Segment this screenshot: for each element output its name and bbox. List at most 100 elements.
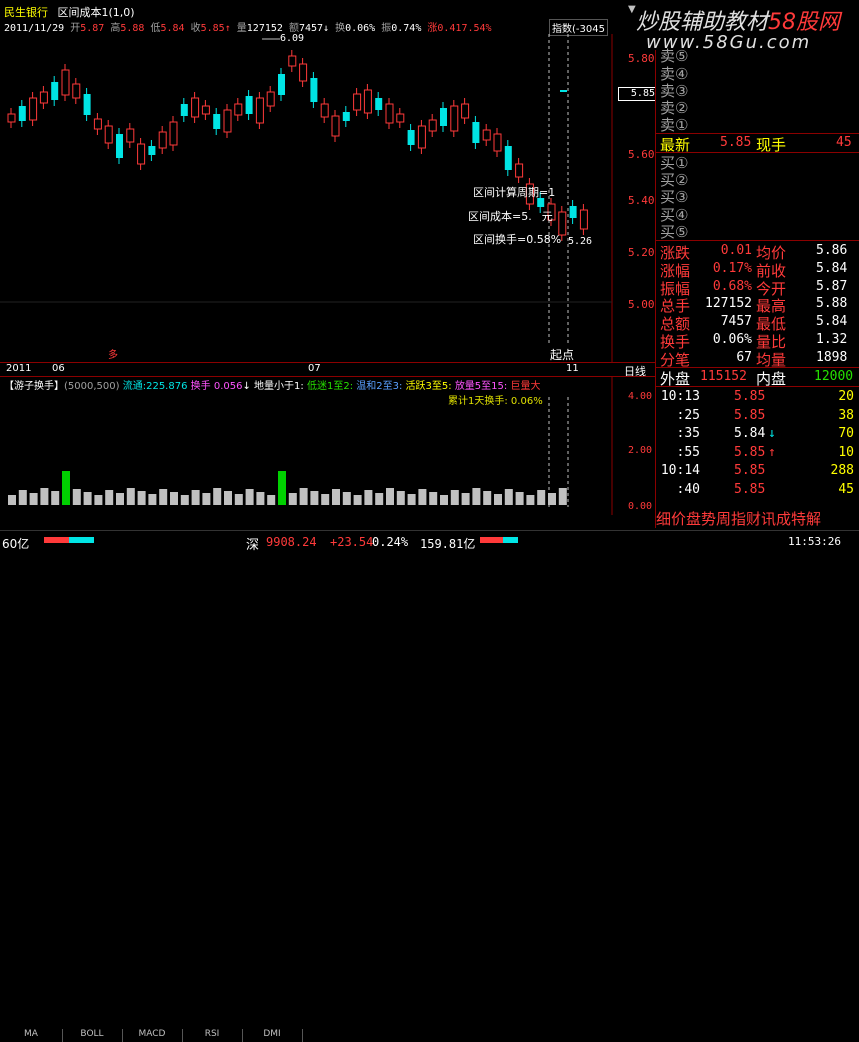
- candle-body: [191, 97, 200, 118]
- tick-row: 10:14 5.85 288: [656, 463, 859, 480]
- turnover-bar: [148, 494, 157, 505]
- ohlc-line: 2011/11/29 开5.87 高5.88 低5.84 收5.85↑ 量127…: [4, 23, 492, 34]
- stat-value: 5.87: [816, 278, 848, 294]
- tab-ma[interactable]: MA: [0, 1029, 63, 1042]
- tick-price: 5.85: [734, 407, 766, 423]
- low-price-mark: 5.26: [568, 236, 593, 247]
- buy-2: 买②: [660, 171, 689, 189]
- stat-value: 67: [736, 349, 752, 365]
- turnover-bar: [170, 492, 178, 505]
- candle-body: [169, 121, 178, 146]
- header-bar: 民生银行 区间成本1(1,0) 2011/11/29 开5.87 高5.88 低…: [0, 0, 655, 36]
- candle-body: [51, 82, 59, 100]
- tick-price: 5.85: [734, 482, 766, 497]
- turnover-bar: [105, 490, 114, 505]
- annotation-turnover: 区间换手=0.58%: [473, 233, 562, 246]
- turnover-bar: [342, 492, 351, 505]
- stat-value: 1.32: [816, 332, 848, 347]
- footer-left-amount: 60亿: [2, 537, 30, 551]
- turnover-bar: [299, 488, 308, 505]
- candle-body: [320, 103, 329, 118]
- buy-5: 买⑤: [660, 223, 689, 241]
- tick-row: :40 5.85 45: [656, 482, 859, 499]
- candle-body: [579, 209, 588, 230]
- tick-price: 5.85: [734, 389, 766, 404]
- candle-body: [278, 74, 285, 95]
- candle-body: [353, 93, 362, 111]
- turnover-bar: [278, 471, 286, 505]
- quote-panel-tabs[interactable]: 细价盘势周指财讯成特解: [656, 508, 859, 528]
- turnover-bar: [558, 488, 567, 505]
- kline-chart[interactable]: 5.80 5.60 5.40 5.20 5.00 5.85 6.09 区间计算周…: [0, 33, 656, 362]
- tick-time: 10:14: [660, 463, 700, 479]
- tab-rsi[interactable]: RSI: [182, 1029, 243, 1042]
- tab-macd[interactable]: MACD: [122, 1029, 183, 1042]
- candle-body: [255, 97, 264, 124]
- indicator-panel[interactable]: 【游子换手】(5000,500) 流通:225.876 换手 0.056↓ 地量…: [0, 376, 655, 515]
- stat-value: 5.84: [816, 314, 848, 330]
- candle-body: [482, 129, 491, 141]
- stat-value: 5.84: [816, 260, 848, 276]
- stats-row: 换手 0.06% 量比 1.32: [656, 331, 859, 351]
- candle-body: [504, 146, 512, 170]
- turnover-bar: [288, 493, 297, 505]
- turnover-bar: [537, 490, 546, 505]
- stat-value: 0.17%: [712, 260, 752, 276]
- candle-body: [104, 125, 113, 144]
- sell-2: 卖②: [660, 99, 689, 117]
- time-axis: 2011 06 07 11 日线: [0, 362, 655, 378]
- stat-value: 0.06%: [712, 332, 752, 347]
- turnover-bar: [429, 492, 438, 505]
- turnover-bar: [386, 488, 394, 505]
- tick-row: 10:13 5.85 20: [656, 389, 859, 406]
- candle-body: [126, 128, 135, 143]
- candle-body: [148, 146, 156, 155]
- tick-time: :35: [676, 426, 700, 442]
- stats-row: 涨跌 0.01 均价 5.86: [656, 242, 859, 262]
- candle-body: [299, 63, 308, 82]
- bar-date: 2011/11/29: [4, 23, 65, 34]
- turnover-bar: [116, 493, 124, 505]
- indicator-name: 区间成本1(1,0): [57, 6, 135, 19]
- candle-body: [375, 98, 383, 110]
- turnover-bar: [321, 494, 330, 505]
- turnover-bar: [375, 493, 384, 505]
- tab-boll[interactable]: BOLL: [62, 1029, 123, 1042]
- stock-name: 民生银行: [4, 6, 48, 19]
- candle-body: [363, 89, 372, 114]
- tick-volume: 288: [830, 463, 854, 479]
- tab-dmi[interactable]: DMI: [242, 1029, 303, 1042]
- candle-body: [213, 114, 221, 129]
- stat-value: 7457: [720, 314, 752, 330]
- turnover-bar: [51, 491, 60, 505]
- candle-body: [450, 105, 459, 132]
- candle-body: [93, 118, 102, 130]
- tick-volume: 10: [838, 444, 854, 460]
- candle-body: [310, 78, 318, 102]
- tick-time: :55: [676, 444, 700, 460]
- footer-market: 深: [246, 538, 260, 553]
- candle-body: [428, 119, 437, 132]
- turnover-bar: [18, 490, 27, 505]
- tick-price: 5.84: [734, 426, 766, 442]
- turnover-bar: [94, 495, 103, 505]
- turnover-bar: [472, 488, 481, 505]
- sell-1: 卖①: [660, 116, 689, 134]
- turnover-bar: [353, 495, 362, 505]
- tick-volume: 20: [838, 389, 854, 404]
- footer-index-change: +23.54: [330, 535, 374, 549]
- tick-price: 5.85: [734, 444, 766, 460]
- stats-row: 涨幅 0.17% 前收 5.84: [656, 260, 859, 280]
- turnover-bar: [407, 494, 416, 505]
- candle-body: [234, 103, 243, 116]
- tick-time: :40: [676, 482, 700, 497]
- turnover-bar: [137, 491, 146, 505]
- up-arrow-icon: ↑: [224, 23, 231, 34]
- turnover-bar: [213, 488, 222, 505]
- down-arrow-icon: ↓: [768, 426, 776, 442]
- candle-body: [72, 83, 81, 99]
- candle-body: [180, 104, 188, 116]
- stat-value: 1898: [816, 349, 848, 365]
- stat-value: 5.88: [816, 296, 848, 312]
- candle-body: [18, 106, 26, 121]
